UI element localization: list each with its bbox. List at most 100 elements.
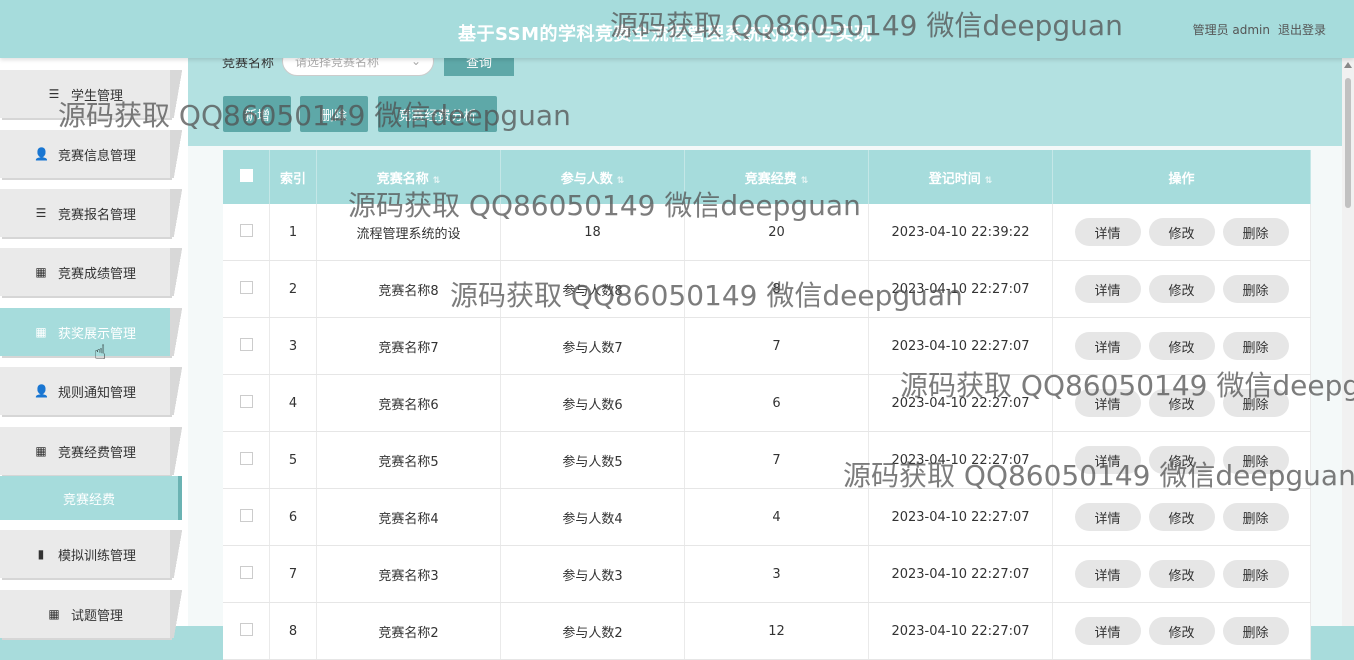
row-delete-button[interactable]: 删除 [1222, 218, 1289, 246]
sidebar-item-questions[interactable]: ▦ 试题管理 [0, 590, 186, 638]
row-participants-cell: 参与人数8 [500, 260, 685, 318]
grid-icon: ▦ [35, 444, 47, 458]
edit-button[interactable]: 修改 [1148, 560, 1215, 588]
row-time-cell: 2023-04-10 22:39:22 [868, 204, 1053, 261]
row-delete-button[interactable]: 删除 [1222, 389, 1289, 417]
edit-button[interactable]: 修改 [1148, 332, 1215, 360]
details-button[interactable]: 详情 [1074, 446, 1141, 474]
add-button[interactable]: 新增 [223, 96, 291, 132]
column-header-time[interactable]: 登记时间 ⇅ [868, 150, 1053, 204]
sort-icon: ⇅ [800, 175, 809, 186]
sidebar-item-scores[interactable]: ▦ 竞赛成绩管理 [0, 248, 186, 296]
row-delete-button[interactable]: 删除 [1222, 446, 1289, 474]
sidebar-item-funding[interactable]: ▦ 竞赛经费管理 [0, 427, 186, 475]
column-header-name[interactable]: 竞赛名称 ⇅ [316, 150, 501, 204]
edit-button[interactable]: 修改 [1148, 503, 1215, 531]
row-actions-cell: 详情 修改 删除 [1052, 545, 1311, 603]
row-name-cell: 竞赛名称7 [316, 317, 501, 375]
row-checkbox[interactable] [239, 223, 253, 237]
row-checkbox[interactable] [239, 337, 253, 351]
row-select-cell[interactable] [223, 374, 270, 432]
user-icon: 👤 [33, 147, 49, 161]
row-name-cell: 竞赛名称8 [316, 260, 501, 318]
details-button[interactable]: 详情 [1074, 389, 1141, 417]
row-select-cell[interactable] [223, 260, 270, 318]
column-header-fund[interactable]: 竞赛经费 ⇅ [684, 150, 869, 204]
sidebar-item-awards[interactable]: ▦ 获奖展示管理 [0, 308, 186, 356]
edit-button[interactable]: 修改 [1148, 389, 1215, 417]
row-checkbox[interactable] [239, 451, 253, 465]
page-scrollbar[interactable] [1342, 58, 1354, 626]
row-actions-cell: 详情 修改 删除 [1052, 317, 1311, 375]
sidebar-item-registration[interactable]: ☰ 竞赛报名管理 [0, 189, 186, 237]
row-participants-cell: 参与人数4 [500, 488, 685, 546]
edit-button[interactable]: 修改 [1148, 446, 1215, 474]
row-time-cell: 2023-04-10 22:27:07 [868, 545, 1053, 603]
details-button[interactable]: 详情 [1074, 332, 1141, 360]
details-button[interactable]: 详情 [1074, 218, 1141, 246]
grid-icon: ▦ [35, 325, 47, 339]
row-checkbox[interactable] [239, 394, 253, 408]
row-checkbox[interactable] [239, 280, 253, 294]
sidebar-item-training[interactable]: ▮ 模拟训练管理 [0, 530, 186, 578]
column-header-participants[interactable]: 参与人数 ⇅ [500, 150, 685, 204]
details-button[interactable]: 详情 [1074, 275, 1141, 303]
row-index-cell: 2 [269, 260, 317, 318]
row-fund-cell: 12 [684, 602, 869, 660]
row-delete-button[interactable]: 删除 [1222, 275, 1289, 303]
scrollbar-thumb[interactable] [1345, 78, 1351, 208]
main-content: 竞赛名称 请选择竞赛名称 ⌄ 查询 新增 删除 竞赛经费分析 索引 竞赛名称 ⇅ … [188, 46, 1346, 660]
row-name-cell: 竞赛名称5 [316, 431, 501, 489]
row-index-cell: 5 [269, 431, 317, 489]
select-all-header[interactable] [223, 150, 270, 204]
funding-table: 索引 竞赛名称 ⇅ 参与人数 ⇅ 竞赛经费 ⇅ 登记时间 ⇅ 操作 1 流程管理系统的设 1… [223, 150, 1311, 660]
details-button[interactable]: 详情 [1074, 560, 1141, 588]
row-checkbox[interactable] [239, 622, 253, 636]
row-time-cell: 2023-04-10 22:27:07 [868, 602, 1053, 660]
sidebar-item-label: 竞赛经费管理 [57, 445, 136, 461]
sidebar-subitem-funding[interactable]: 竞赛经费 [0, 476, 182, 520]
row-delete-button[interactable]: 删除 [1222, 332, 1289, 360]
row-checkbox[interactable] [239, 565, 253, 579]
sidebar-item-student[interactable]: ☰ 学生管理 [0, 70, 186, 118]
row-select-cell[interactable] [223, 317, 270, 375]
row-index-cell: 7 [269, 545, 317, 603]
details-button[interactable]: 详情 [1074, 617, 1141, 645]
fund-analysis-button[interactable]: 竞赛经费分析 [378, 96, 497, 132]
sidebar-item-label: 试题管理 [70, 608, 123, 624]
row-checkbox[interactable] [239, 508, 253, 522]
row-time-cell: 2023-04-10 22:27:07 [868, 260, 1053, 318]
row-fund-cell: 7 [684, 431, 869, 489]
select-all-checkbox[interactable] [239, 168, 253, 182]
row-select-cell[interactable] [223, 602, 270, 660]
sidebar-item-rules[interactable]: 👤 规则通知管理 [0, 367, 186, 415]
row-select-cell[interactable] [223, 431, 270, 489]
row-participants-cell: 参与人数5 [500, 431, 685, 489]
table-row: 8 竞赛名称2 参与人数2 12 2023-04-10 22:27:07 详情 修改 删除 [223, 602, 1311, 660]
sidebar-item-label: 竞赛成绩管理 [57, 266, 136, 282]
sidebar-item-label: 学生管理 [70, 88, 123, 104]
row-fund-cell: 4 [684, 488, 869, 546]
row-select-cell[interactable] [223, 488, 270, 546]
table-row: 3 竞赛名称7 参与人数7 7 2023-04-10 22:27:07 详情 修改 删除 [223, 317, 1311, 375]
row-delete-button[interactable]: 删除 [1222, 503, 1289, 531]
details-button[interactable]: 详情 [1074, 503, 1141, 531]
scroll-up-arrow-icon[interactable] [1344, 62, 1352, 68]
edit-button[interactable]: 修改 [1148, 617, 1215, 645]
row-fund-cell: 20 [684, 204, 869, 261]
sort-icon: ⇅ [984, 175, 993, 186]
list-icon: ☰ [48, 87, 60, 101]
current-user-label: 管理员 admin [1192, 23, 1270, 37]
row-select-cell[interactable] [223, 545, 270, 603]
row-delete-button[interactable]: 删除 [1222, 617, 1289, 645]
logout-link[interactable]: 退出登录 [1278, 21, 1326, 38]
row-select-cell[interactable] [223, 204, 270, 261]
row-actions-cell: 详情 修改 删除 [1052, 260, 1311, 318]
sidebar-item-competition-info[interactable]: 👤 竞赛信息管理 [0, 130, 186, 178]
table-row: 1 流程管理系统的设 18 20 2023-04-10 22:39:22 详情 修改 删除 [223, 204, 1311, 261]
edit-button[interactable]: 修改 [1148, 275, 1215, 303]
edit-button[interactable]: 修改 [1148, 218, 1215, 246]
row-delete-button[interactable]: 删除 [1222, 560, 1289, 588]
delete-button[interactable]: 删除 [300, 96, 368, 132]
row-name-cell: 流程管理系统的设 [316, 204, 501, 261]
